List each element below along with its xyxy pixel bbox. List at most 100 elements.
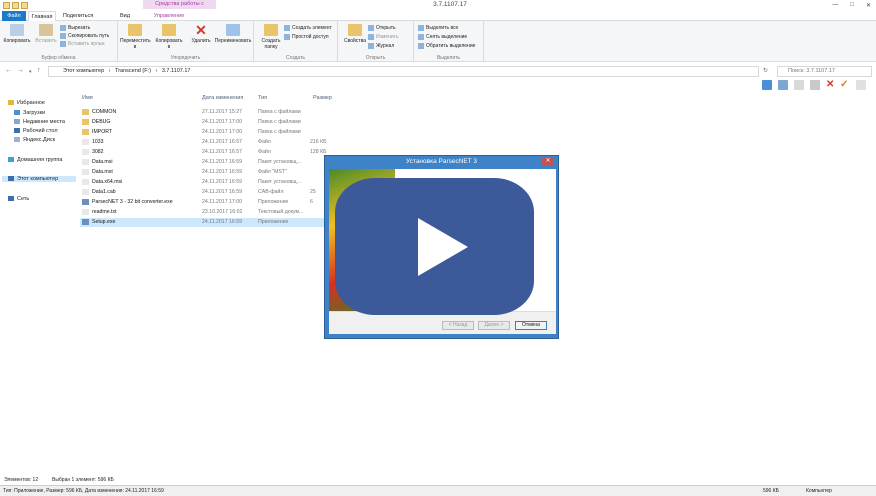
file-name: ParsecNET 3 - 32 bit converter.exe xyxy=(82,198,173,207)
file-row[interactable]: COMMON 27.11.2017 15:27 Папка с файлами xyxy=(80,108,330,117)
breadcrumb-folder[interactable]: 3.7.1107.17 xyxy=(162,68,191,74)
file-row[interactable]: Setup.exe 24.11.2017 16:59 Приложение xyxy=(80,218,330,227)
nav-this-pc[interactable]: Этот компьютер xyxy=(2,176,76,182)
file-date: 24.11.2017 16:57 xyxy=(202,139,242,145)
file-name-text: DEBUG xyxy=(92,119,111,125)
new-folder-icon[interactable] xyxy=(21,2,28,9)
back-arrow-icon[interactable]: ← xyxy=(5,67,12,74)
new-folder-button[interactable]: Создать папку xyxy=(256,24,286,50)
copy-path-button[interactable]: Скопировать путь xyxy=(60,32,109,40)
file-type: Папка с файлами xyxy=(258,129,301,135)
file-row[interactable]: IMPORT 24.11.2017 17:00 Папка с файлами xyxy=(80,128,330,137)
edit-button[interactable]: Изменить xyxy=(368,33,399,41)
file-type: Файл "MST" xyxy=(258,169,287,175)
search-input[interactable]: Поиск: 3.7.1107.17 xyxy=(777,66,872,77)
tab-share[interactable]: Поделиться xyxy=(60,11,96,21)
rename-button[interactable]: Переименовать xyxy=(214,24,252,44)
maximize-button[interactable]: □ xyxy=(850,2,854,9)
easy-access-button[interactable]: Простой доступ xyxy=(284,33,329,41)
file-date: 24.11.2017 16:59 xyxy=(202,189,242,195)
copy-icon[interactable] xyxy=(794,80,804,90)
select-all-button[interactable]: Выделить все xyxy=(418,24,458,32)
preview-pane-icon[interactable] xyxy=(762,80,772,90)
minimize-button[interactable]: — xyxy=(832,2,838,9)
file-name: IMPORT xyxy=(82,128,112,137)
properties-icon[interactable] xyxy=(12,2,19,9)
history-button[interactable]: Журнал xyxy=(368,42,394,50)
recent-dropdown-icon[interactable]: ▾ xyxy=(29,69,32,75)
nav-yandex-disk[interactable]: Яндекс.Диск xyxy=(14,137,55,143)
view-icon[interactable] xyxy=(856,80,866,90)
select-none-button[interactable]: Снять выделение xyxy=(418,33,467,41)
breadcrumb-this-pc[interactable]: Этот компьютер xyxy=(63,68,104,74)
file-name-text: Data.mst xyxy=(92,169,113,175)
file-row[interactable]: Data1.cab 24.11.2017 16:59 CAB-файл 25 xyxy=(80,188,330,197)
ribbon: Копировать Вставить Вырезать Скопировать… xyxy=(0,21,876,62)
quick-access-toolbar[interactable] xyxy=(3,2,28,9)
column-header-size[interactable]: Размер xyxy=(313,95,332,101)
paste-shortcut-button[interactable]: Вставить ярлык xyxy=(60,40,105,48)
delete-icon[interactable]: ✕ xyxy=(826,80,836,90)
dialog-close-button[interactable]: ✕ xyxy=(542,157,554,166)
file-date: 23.10.2017 16:02 xyxy=(202,209,243,215)
file-icon xyxy=(82,198,89,205)
close-button[interactable]: ✕ xyxy=(866,2,871,9)
next-button[interactable]: Далее > xyxy=(478,321,510,330)
file-row[interactable]: ParsecNET 3 - 32 bit converter.exe 24.11.… xyxy=(80,198,330,207)
selected-size: 596 КБ xyxy=(763,488,779,494)
file-row[interactable]: Data.msi 24.11.2017 16:59 Пакет установщ..… xyxy=(80,158,330,167)
tab-manage[interactable]: Управление xyxy=(152,11,186,21)
file-icon xyxy=(82,138,89,145)
column-header-date[interactable]: Дата изменения xyxy=(202,95,243,101)
title-bar: Средства работы с приложениями 3.7.1107.… xyxy=(0,0,876,16)
group-label: Упорядочить xyxy=(170,55,201,61)
tab-view[interactable]: Вид xyxy=(118,11,132,21)
cut-button[interactable]: Вырезать xyxy=(60,24,90,32)
ribbon-tabs: Файл Главная Поделиться Вид Управление xyxy=(0,11,876,21)
refresh-icon[interactable]: ↻ xyxy=(763,67,768,74)
nav-recent[interactable]: Недавние места xyxy=(14,119,65,125)
group-select: Выделить все Снять выделение Обратить вы… xyxy=(414,21,484,62)
open-button[interactable]: Открыть xyxy=(368,24,396,32)
check-icon[interactable]: ✓ xyxy=(840,80,850,90)
tab-file[interactable]: Файл xyxy=(2,11,26,21)
tab-home[interactable]: Главная xyxy=(28,11,56,21)
copy-button[interactable]: Копировать xyxy=(2,24,32,44)
cancel-button[interactable]: Отмена xyxy=(515,321,547,330)
breadcrumb-drive[interactable]: Transcend (F:) xyxy=(115,68,151,74)
up-arrow-icon[interactable]: ↑ xyxy=(37,67,41,74)
nav-homegroup[interactable]: Домашняя группа xyxy=(8,157,62,163)
file-row[interactable]: Data.mst 24.11.2017 16:59 Файл "MST" xyxy=(80,168,330,177)
paste-icon[interactable] xyxy=(810,80,820,90)
nav-network[interactable]: Сеть xyxy=(8,196,29,202)
invert-selection-button[interactable]: Обратить выделение xyxy=(418,42,475,50)
move-to-button[interactable]: Переместить в xyxy=(120,24,151,50)
back-button[interactable]: < Назад xyxy=(442,321,474,330)
forward-arrow-icon[interactable]: → xyxy=(17,67,24,74)
cloud-icon xyxy=(14,137,20,143)
file-date: 24.11.2017 17:00 xyxy=(202,199,242,205)
file-row[interactable]: DEBUG 24.11.2017 17:00 Папка с файлами xyxy=(80,118,330,127)
new-item-button[interactable]: Создать элемент xyxy=(284,24,332,32)
star-icon xyxy=(8,100,14,106)
file-row[interactable]: Data.x64.msi 24.11.2017 16:59 Пакет устано… xyxy=(80,178,330,187)
file-type: Текстовый докум... xyxy=(258,209,304,215)
folder-icon[interactable] xyxy=(3,2,10,9)
paste-button[interactable]: Вставить xyxy=(31,24,61,44)
file-icon xyxy=(82,218,89,225)
column-header-type[interactable]: Тип xyxy=(258,95,267,101)
nav-desktop[interactable]: Рабочий стол xyxy=(14,128,58,134)
properties-icon xyxy=(348,24,362,36)
delete-button[interactable]: ✕ Удалить xyxy=(186,23,216,44)
file-icon xyxy=(82,188,89,195)
nav-downloads[interactable]: Загрузки xyxy=(14,110,45,116)
copy-to-button[interactable]: Копировать в xyxy=(154,24,184,50)
properties-button[interactable]: Свойства xyxy=(340,24,370,44)
file-row[interactable]: 1033 24.11.2017 16:57 Файл 216 КБ xyxy=(80,138,330,147)
address-bar[interactable]: Этот компьютер › Transcend (F:) › 3.7.11… xyxy=(48,66,759,77)
file-row[interactable]: 3082 24.11.2017 16:57 Файл 128 КБ xyxy=(80,148,330,157)
column-header-name[interactable]: Имя xyxy=(82,95,93,101)
file-row[interactable]: readme.txt 23.10.2017 16:02 Текстовый доку… xyxy=(80,208,330,217)
details-pane-icon[interactable] xyxy=(778,80,788,90)
nav-favorites[interactable]: Избранное xyxy=(8,100,45,106)
